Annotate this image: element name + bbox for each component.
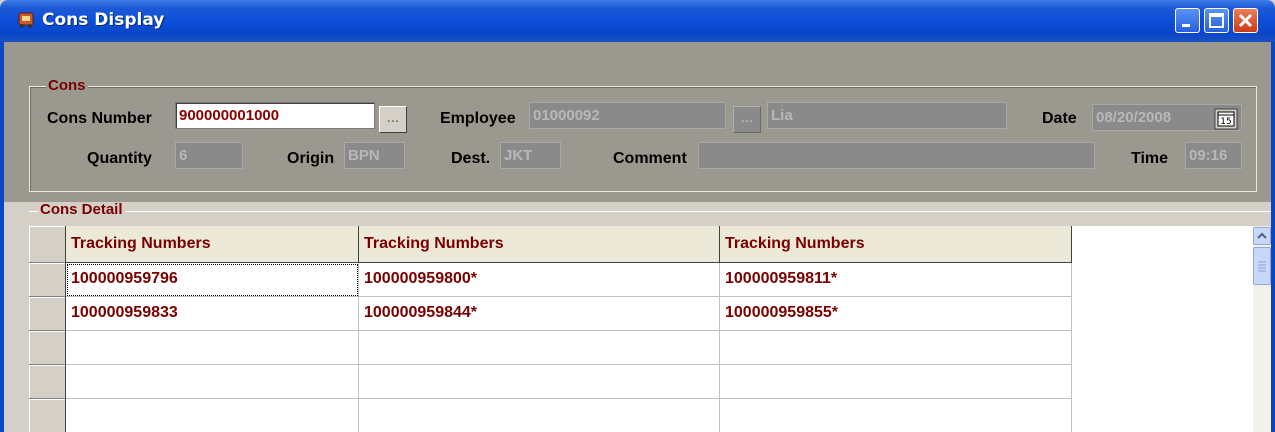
cons-detail-legend: Cons Detail bbox=[38, 201, 125, 218]
grid-cell[interactable] bbox=[720, 331, 1072, 365]
grid-cell[interactable] bbox=[359, 331, 720, 365]
grid-cell[interactable] bbox=[66, 365, 359, 399]
close-icon bbox=[1238, 13, 1253, 28]
row-header[interactable] bbox=[29, 297, 66, 331]
quantity-label: Quantity bbox=[87, 150, 152, 167]
window-frame-right bbox=[1271, 42, 1275, 432]
grid-vertical-scrollbar[interactable] bbox=[1253, 226, 1271, 432]
employee-name-field[interactable]: Lia bbox=[767, 102, 1007, 129]
scroll-thumb[interactable] bbox=[1253, 247, 1271, 285]
maximize-icon bbox=[1209, 13, 1224, 28]
grid-cell[interactable] bbox=[66, 331, 359, 365]
maximize-button[interactable] bbox=[1204, 8, 1229, 33]
column-header-tracking-numbers-1[interactable]: Tracking Numbers bbox=[66, 226, 359, 263]
dest-label: Dest. bbox=[451, 150, 491, 167]
employee-lookup-button[interactable]: ... bbox=[733, 106, 761, 133]
grid-cell[interactable]: 100000959811* bbox=[720, 263, 1072, 297]
minimize-button[interactable] bbox=[1175, 8, 1200, 33]
row-header[interactable] bbox=[29, 365, 66, 399]
comment-label: Comment bbox=[613, 150, 687, 167]
cons-number-field[interactable]: 900000001000 bbox=[175, 102, 375, 129]
cons-number-label: Cons Number bbox=[47, 110, 152, 127]
close-button[interactable] bbox=[1233, 8, 1258, 33]
grid-cell[interactable] bbox=[720, 365, 1072, 399]
grid-cell[interactable]: 100000959796 bbox=[66, 263, 359, 297]
row-header[interactable] bbox=[29, 331, 66, 365]
grid-cell[interactable] bbox=[720, 399, 1072, 432]
grid-cell[interactable] bbox=[359, 365, 720, 399]
minimize-icon bbox=[1182, 24, 1190, 27]
window-title: Cons Display bbox=[42, 10, 165, 30]
employee-label: Employee bbox=[440, 110, 516, 127]
dest-field[interactable]: JKT bbox=[500, 142, 561, 169]
cons-group-legend: Cons bbox=[46, 77, 88, 94]
grid-cell[interactable]: 100000959833 bbox=[66, 297, 359, 331]
cons-number-lookup-button[interactable]: ... bbox=[379, 106, 407, 133]
employee-id-field[interactable]: 01000092 bbox=[529, 102, 726, 129]
time-field[interactable]: 09:16 bbox=[1185, 142, 1242, 169]
calendar-icon[interactable]: 15 bbox=[1214, 108, 1238, 130]
grid-cell[interactable] bbox=[66, 399, 359, 432]
svg-text:15: 15 bbox=[1220, 117, 1231, 127]
column-header-tracking-numbers-2[interactable]: Tracking Numbers bbox=[359, 226, 720, 263]
origin-field[interactable]: BPN bbox=[344, 142, 405, 169]
grid-corner-cell[interactable] bbox=[29, 226, 66, 263]
scroll-up-button[interactable] bbox=[1253, 227, 1271, 245]
date-label: Date bbox=[1042, 110, 1077, 127]
grid-cell[interactable]: 100000959800* bbox=[359, 263, 720, 297]
time-label: Time bbox=[1131, 150, 1169, 167]
comment-field[interactable] bbox=[698, 142, 1095, 169]
grid-cell[interactable]: 100000959844* bbox=[359, 297, 720, 331]
row-header[interactable] bbox=[29, 263, 66, 297]
origin-label: Origin bbox=[287, 150, 335, 167]
grip-icon bbox=[1258, 261, 1266, 272]
cons-display-window: Cons Display Cons Cons Number 9000000010… bbox=[0, 0, 1275, 432]
grid-cell[interactable]: 100000959855* bbox=[720, 297, 1072, 331]
app-icon bbox=[18, 12, 34, 28]
chevron-up-icon bbox=[1257, 232, 1267, 239]
row-header[interactable] bbox=[29, 399, 66, 432]
grid-cell[interactable] bbox=[359, 399, 720, 432]
column-header-tracking-numbers-3[interactable]: Tracking Numbers bbox=[720, 226, 1072, 263]
tracking-numbers-grid[interactable]: Tracking Numbers Tracking Numbers Tracki… bbox=[29, 226, 1271, 432]
quantity-field[interactable]: 6 bbox=[175, 142, 243, 169]
detail-group-border bbox=[29, 211, 1271, 212]
title-bar[interactable]: Cons Display bbox=[0, 0, 1275, 42]
